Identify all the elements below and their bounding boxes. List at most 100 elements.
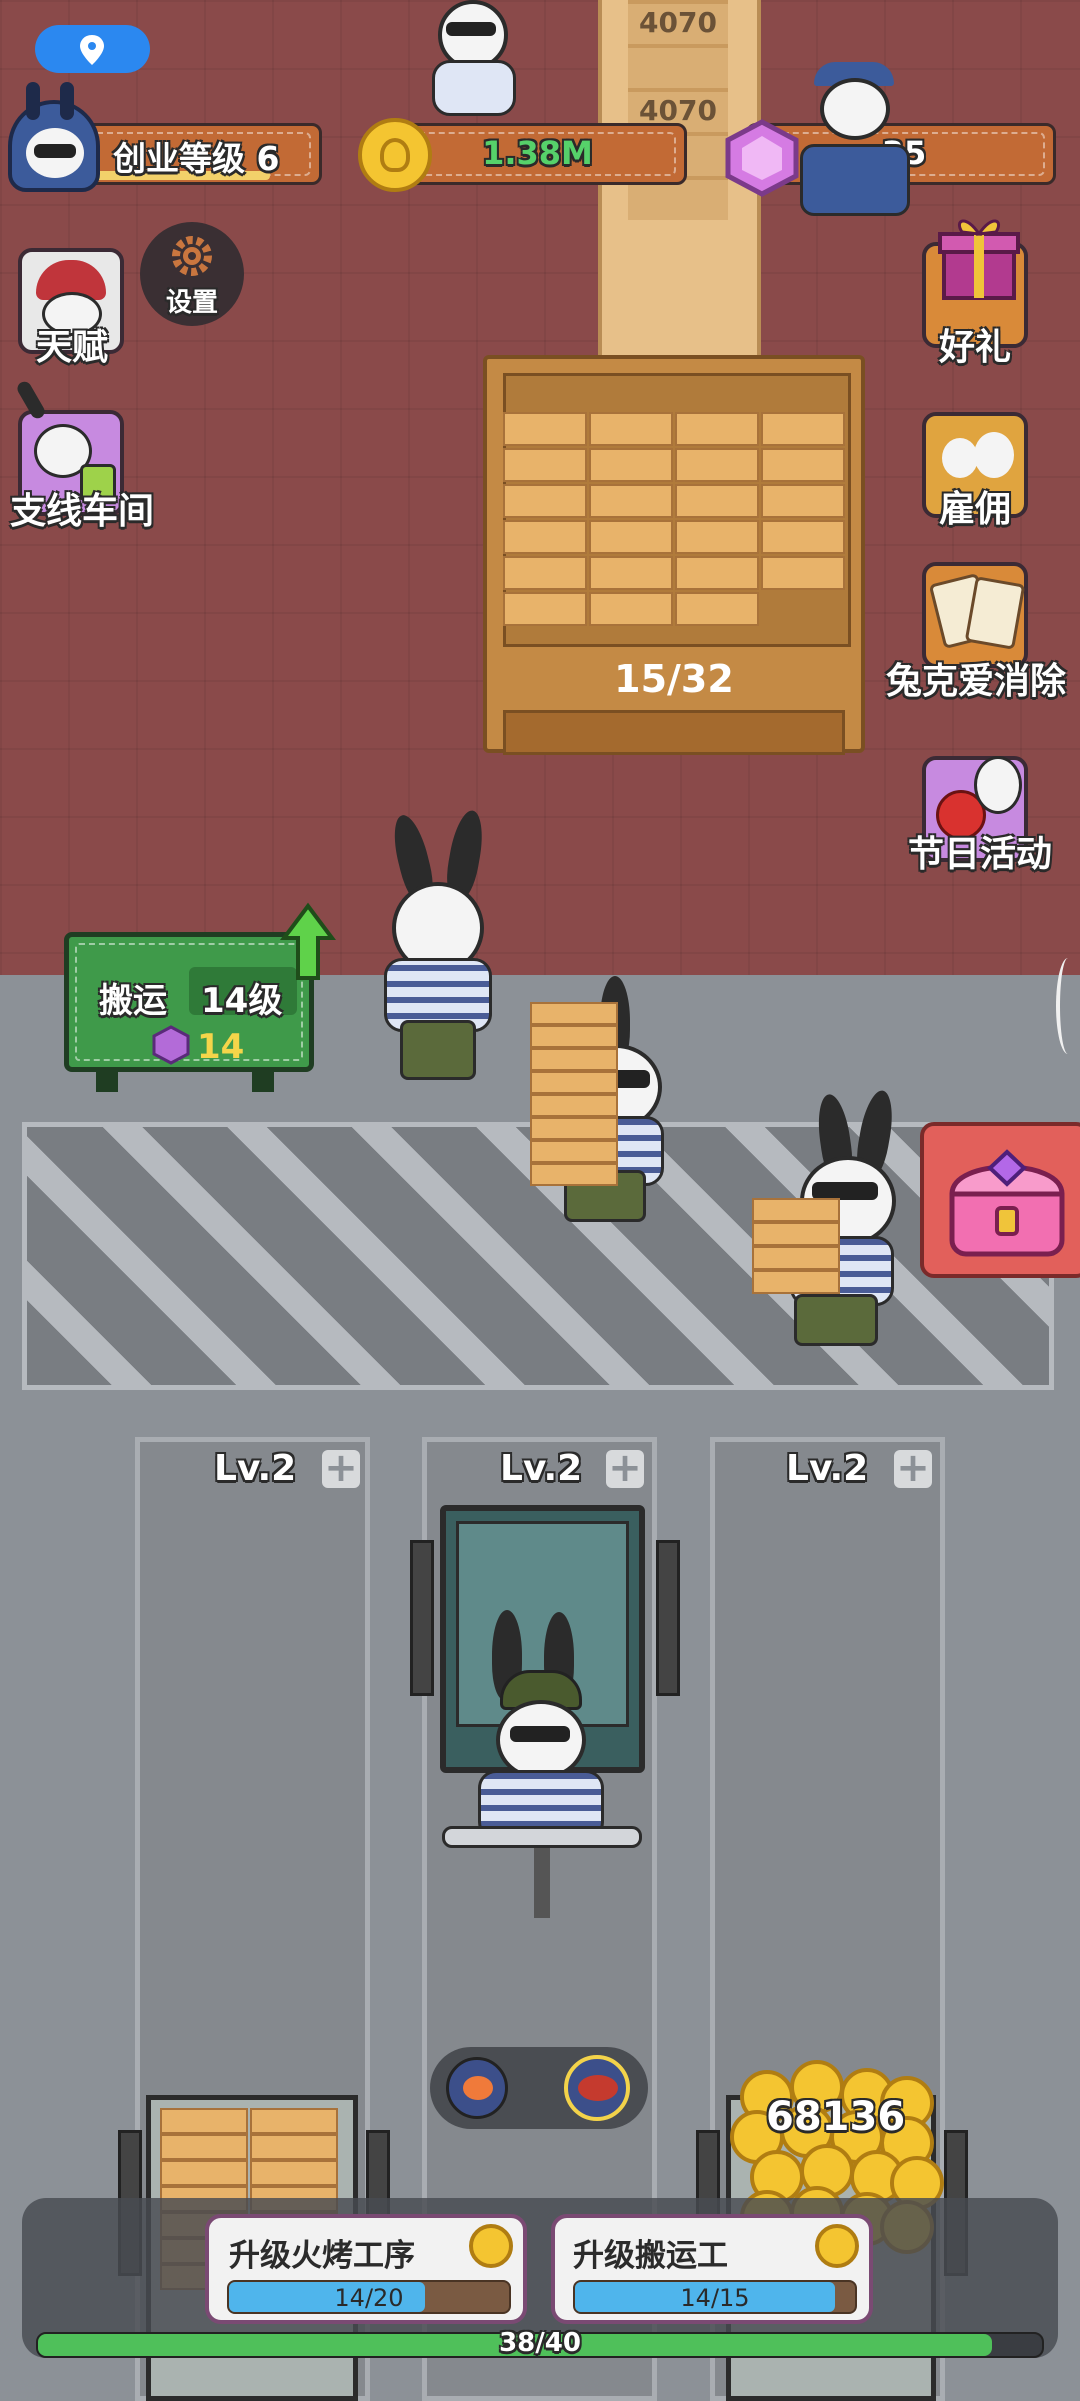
upgrade-carrier-button[interactable]: 升级搬运工 14/15 xyxy=(551,2214,873,2324)
treasure-chest-button[interactable] xyxy=(920,1122,1080,1278)
lane-2-add-button[interactable]: + xyxy=(606,1448,644,1488)
stock-box xyxy=(761,556,845,590)
cart-box xyxy=(250,2160,338,2186)
settings-button[interactable]: 设置 xyxy=(140,222,244,326)
carried-box xyxy=(530,1117,618,1140)
stock-box xyxy=(503,448,587,482)
cart-box xyxy=(160,2160,248,2186)
stock-box xyxy=(761,484,845,518)
stock-box xyxy=(589,484,673,518)
carried-box xyxy=(752,1270,840,1294)
lane-1-add-button[interactable]: + xyxy=(322,1448,360,1488)
cart-box xyxy=(250,2134,338,2160)
carried-box xyxy=(752,1246,840,1270)
bunny-worker-top-left xyxy=(410,0,530,120)
cart-handle xyxy=(442,1826,642,1848)
coin-pile-amount: 68136 xyxy=(766,2094,906,2140)
overall-progress-bar: 38/40 xyxy=(36,2328,1044,2358)
stock-box xyxy=(675,556,759,590)
upgrade-carrier-progress-text: 14/15 xyxy=(680,2284,750,2312)
side-handle[interactable] xyxy=(1056,958,1080,1054)
bunny-driver xyxy=(440,1610,640,1860)
carried-box xyxy=(530,1071,618,1094)
bunny-elimination-label: 兔克爱消除 xyxy=(886,661,1067,702)
hire-label: 雇佣 xyxy=(938,489,1011,530)
upgrade-roast-progress-text: 14/20 xyxy=(334,2284,404,2312)
transport-panel[interactable]: 搬运 14级 14 xyxy=(64,932,314,1072)
carried-box xyxy=(530,1163,618,1186)
pink-chest-icon xyxy=(949,1149,1065,1257)
transport-level: 14级 xyxy=(201,981,283,1021)
bunny-walker xyxy=(370,808,520,1100)
gem-icon xyxy=(725,119,799,197)
transport-label: 搬运 xyxy=(99,981,167,1021)
conveyor-counter-top: 4070 xyxy=(639,6,717,39)
stock-box xyxy=(503,556,587,590)
stock-box xyxy=(761,448,845,482)
stock-box xyxy=(675,412,759,446)
gift-box-icon xyxy=(938,219,1020,300)
stock-box xyxy=(761,520,845,554)
upgrade-roast-progress: 14/20 xyxy=(227,2280,511,2314)
lane-3-add-button[interactable]: + xyxy=(894,1448,932,1488)
box-stack-tall xyxy=(530,1002,620,1190)
cart-pole xyxy=(534,1848,550,1918)
level-label: 创业等级 6 xyxy=(113,139,280,178)
chicken-leg-icon xyxy=(463,2076,493,2100)
player-avatar[interactable] xyxy=(8,82,100,192)
transport-panel-legs-2 xyxy=(252,1072,274,1092)
stock-box xyxy=(589,592,673,626)
talent-label: 天赋 xyxy=(35,327,108,368)
stock-box xyxy=(589,412,673,446)
food-toggle[interactable] xyxy=(430,2047,648,2129)
lane-3-level: Lv.2 xyxy=(786,1448,869,1489)
carried-box xyxy=(530,1048,618,1071)
stock-shelf-base xyxy=(503,710,845,755)
transport-cost: 14 xyxy=(197,1027,245,1067)
stock-box xyxy=(675,592,759,626)
meat-plate-icon xyxy=(578,2075,618,2101)
stock-box xyxy=(675,484,759,518)
upgrade-roast-button[interactable]: 升级火烤工序 14/20 xyxy=(205,2214,527,2324)
carried-box xyxy=(530,1094,618,1117)
stock-box xyxy=(503,520,587,554)
stock-box xyxy=(589,520,673,554)
cart-wheel-left xyxy=(410,1540,434,1696)
box-stack-short xyxy=(752,1198,842,1298)
upgrade-roast-coin-icon xyxy=(469,2224,513,2268)
stock-box xyxy=(503,412,587,446)
cart-box xyxy=(160,2134,248,2160)
carried-box xyxy=(530,1025,618,1048)
stock-counter: 15/32 xyxy=(614,657,734,701)
upgrade-carrier-progress: 14/15 xyxy=(573,2280,857,2314)
cart-wheel-right xyxy=(656,1540,680,1696)
coin-icon xyxy=(358,118,432,192)
gem-icon-small xyxy=(152,1025,190,1065)
roast-chicken-option[interactable] xyxy=(446,2057,508,2119)
hire-bunnies-icon xyxy=(942,438,978,478)
carried-box xyxy=(752,1222,840,1246)
stock-box xyxy=(675,520,759,554)
gear-icon xyxy=(172,236,212,276)
stock-box xyxy=(589,556,673,590)
stock-box xyxy=(675,448,759,482)
cart-box xyxy=(250,2108,338,2134)
upgrade-carrier-coin-icon xyxy=(815,2224,859,2268)
carried-box xyxy=(530,1140,618,1163)
stock-box xyxy=(503,592,587,626)
transport-panel-legs xyxy=(96,1072,118,1092)
upgrade-arrow-icon[interactable] xyxy=(280,902,336,982)
location-button[interactable] xyxy=(35,25,150,73)
stock-box xyxy=(503,484,587,518)
upgrade-roast-label: 升级火烤工序 xyxy=(229,2238,415,2274)
lane-2-level: Lv.2 xyxy=(500,1448,583,1489)
cart-box xyxy=(160,2108,248,2134)
location-pin-icon xyxy=(80,35,104,65)
bunny-worker-top-right xyxy=(800,60,920,220)
stock-boxes xyxy=(503,412,845,632)
carried-box xyxy=(752,1198,840,1222)
festival-label: 节日活动 xyxy=(908,834,1053,875)
settings-label: 设置 xyxy=(165,288,218,318)
lane-1-level: Lv.2 xyxy=(214,1448,297,1489)
grilled-meat-option[interactable] xyxy=(564,2055,630,2121)
